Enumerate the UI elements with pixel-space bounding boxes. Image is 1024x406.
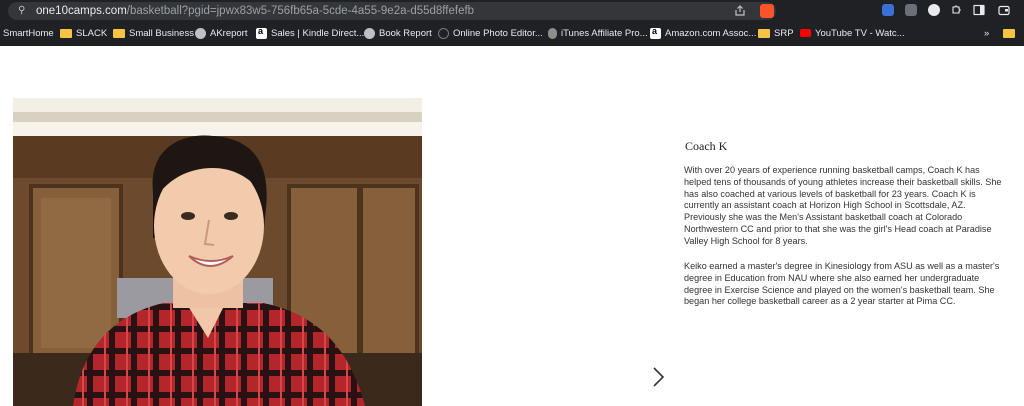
url-text[interactable]: one10camps.com/basketball?pgid=jpwx83w5-… xyxy=(36,4,474,18)
globe-icon xyxy=(195,27,206,39)
share-icon[interactable] xyxy=(734,5,746,17)
coach-bio-paragraph: Keiko earned a master's degree in Kinesi… xyxy=(684,261,1000,307)
bookmark-photo-editor[interactable]: Online Photo Editor... xyxy=(438,24,543,42)
photo-editor-icon xyxy=(438,27,449,39)
folder-icon xyxy=(113,28,125,38)
bookmark-label: AKreport xyxy=(210,27,248,39)
bookmarks-overflow-button[interactable]: » xyxy=(984,24,989,42)
bookmark-label: YouTube TV - Watc... xyxy=(815,27,905,39)
bookmark-label: Sales | Kindle Direct... xyxy=(271,27,365,39)
other-bookmarks-folder[interactable] xyxy=(1003,24,1015,42)
bookmark-smarthome[interactable]: SmartHome xyxy=(3,24,54,42)
url-domain: one10camps.com xyxy=(36,5,127,17)
bookmark-label: Online Photo Editor... xyxy=(453,27,543,39)
amazon-icon xyxy=(650,26,661,39)
sidebar-icon[interactable] xyxy=(973,4,985,16)
bookmark-amazon-associates[interactable]: Amazon.com Assoc... xyxy=(650,24,756,42)
browser-chrome: ⚲ one10camps.com/basketball?pgid=jpwx83w… xyxy=(0,0,1024,46)
bookmark-small-business[interactable]: Small Business xyxy=(113,24,194,42)
amazon-icon xyxy=(256,26,267,39)
bookmark-label: SLACK xyxy=(76,27,108,39)
extension-icon[interactable] xyxy=(905,4,917,16)
bookmark-label: SmartHome xyxy=(3,27,54,39)
bookmark-slack[interactable]: SLACK xyxy=(60,24,107,42)
folder-icon xyxy=(758,28,770,38)
puzzle-extensions-icon[interactable] xyxy=(950,4,962,16)
youtube-icon xyxy=(800,29,811,37)
bookmark-label: Book Report xyxy=(379,27,432,39)
apple-icon xyxy=(548,27,557,39)
bookmark-kindle-direct[interactable]: Sales | Kindle Direct... xyxy=(256,24,364,42)
s-extension-icon[interactable] xyxy=(928,4,940,16)
bookmark-youtube-tv[interactable]: YouTube TV - Watc... xyxy=(800,24,905,42)
folder-icon xyxy=(1003,28,1015,38)
folder-icon xyxy=(60,28,72,38)
brave-shields-icon[interactable] xyxy=(760,4,774,18)
bitwarden-icon[interactable] xyxy=(882,4,894,16)
bookmark-label: SRP xyxy=(774,27,794,39)
address-bar[interactable]: ⚲ one10camps.com/basketball?pgid=jpwx83w… xyxy=(8,2,776,20)
bookmarks-bar: SmartHome SLACK Small Business AKreport … xyxy=(0,24,1024,42)
bookmark-label: Small Business xyxy=(129,27,194,39)
url-path: /basketball?pgid=jpwx83w5-756fb65a-5cde-… xyxy=(126,5,475,17)
bookmark-srp[interactable]: SRP xyxy=(758,24,794,42)
site-info-icon[interactable]: ⚲ xyxy=(18,5,30,17)
bookmark-akreport[interactable]: AKreport xyxy=(195,24,248,42)
coach-name: Coach K xyxy=(685,139,728,153)
bookmark-label: iTunes Affiliate Pro... xyxy=(561,27,648,39)
bookmark-book-report[interactable]: Book Report xyxy=(364,24,432,42)
bookmark-itunes-affiliate[interactable]: iTunes Affiliate Pro... xyxy=(548,24,648,42)
next-arrow-icon[interactable] xyxy=(648,365,668,389)
coach-photo xyxy=(13,98,422,406)
globe-icon xyxy=(364,27,375,39)
wallet-icon[interactable] xyxy=(998,4,1010,16)
overflow-chevron-icon: » xyxy=(984,27,990,39)
bookmark-label: Amazon.com Assoc... xyxy=(665,27,757,39)
coach-bio-paragraph: With over 20 years of experience running… xyxy=(684,165,1002,246)
